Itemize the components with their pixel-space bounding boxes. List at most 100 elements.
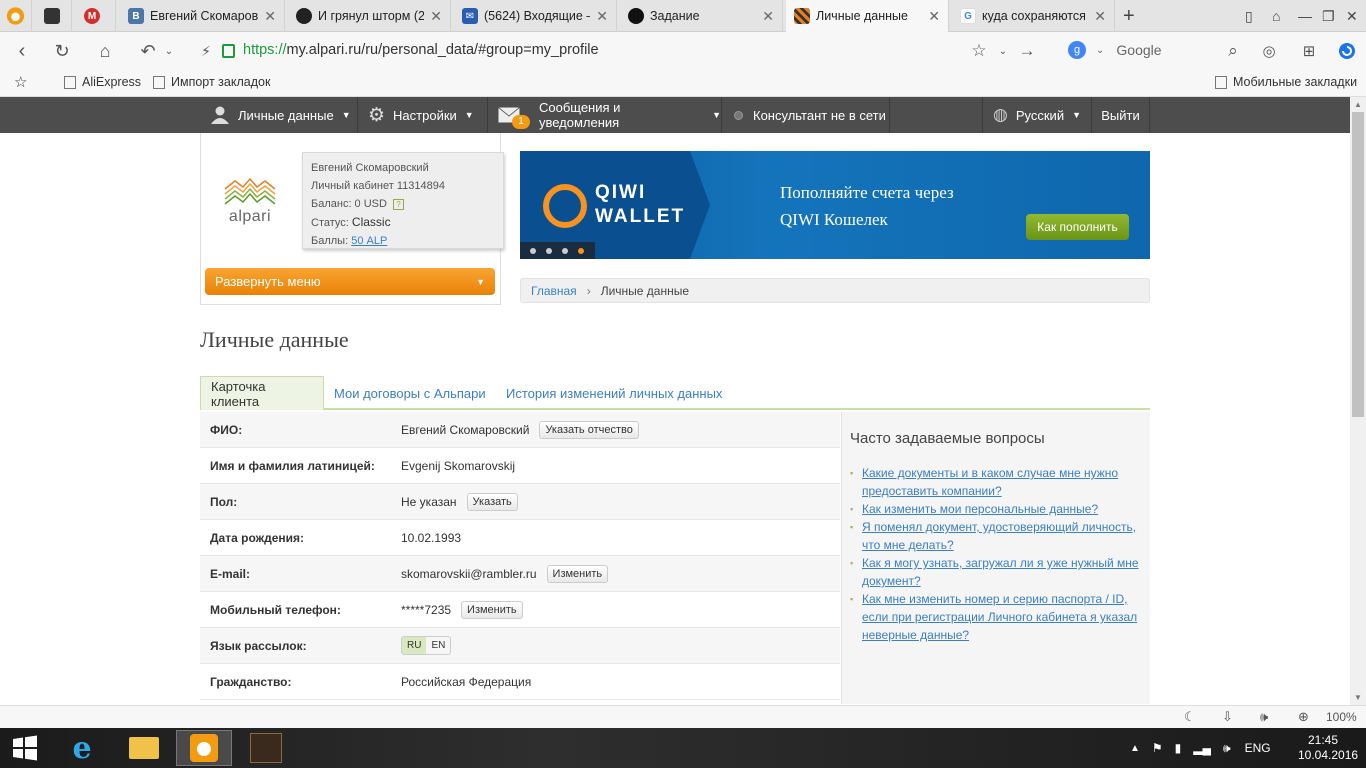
close-icon[interactable]: ✕ [596,8,608,25]
new-tab-icon[interactable]: + [1123,0,1135,32]
carousel-dot[interactable] [530,247,536,254]
scrollbar-thumb[interactable] [1352,112,1364,417]
user-icon [211,106,229,124]
google-favicon-icon: G [960,8,976,24]
search-icon[interactable]: ⌕ [1222,32,1244,70]
tab-2[interactable]: M [76,0,116,32]
download-icon[interactable]: ⇩ [1222,709,1233,725]
carousel-dot[interactable] [562,247,568,254]
close-icon[interactable]: ✕ [762,8,774,25]
points-link[interactable]: 50 ALP [351,235,387,247]
nav-consultant[interactable]: Консультант не в сети [722,97,890,133]
back-icon[interactable]: ‹ [10,32,34,70]
alpari-logo[interactable]: alpari [222,175,278,226]
tile-tabs-icon[interactable]: ▯ [1245,0,1253,32]
taskbar-explorer[interactable] [116,730,172,766]
signal-icon[interactable]: ▂▄ [1193,741,1211,755]
carousel-dot-active[interactable] [578,247,584,254]
taskbar-uc-browser[interactable] [176,730,232,766]
mobile-bookmarks[interactable]: Мобильные закладки [1215,75,1357,89]
tab-client-card[interactable]: Карточка клиента [200,376,324,410]
reload-icon[interactable]: ↻ [50,32,74,70]
scroll-up-icon[interactable]: ▲ [1354,100,1362,109]
add-patronymic-button[interactable]: Указать отчество [539,420,639,439]
bookmark-star-icon[interactable]: ☆ [14,73,27,91]
expand-menu-button[interactable]: Развернуть меню ▼ [205,268,495,295]
nav-language[interactable]: ◍ Русский ▼ [982,97,1092,133]
wifi-share-icon[interactable]: ◎ [1258,32,1280,70]
tab-8[interactable]: G куда сохраняются ✕ [952,0,1115,32]
undo-close-icon[interactable]: ↶ [136,32,160,70]
field-value: Евгений Скомаровский Указать отчество [401,420,639,439]
tab-4[interactable]: И грянул шторм (2 ✕ [288,0,451,32]
close-icon[interactable]: ✕ [928,8,940,25]
night-mode-icon[interactable]: ☾ [1184,709,1196,725]
input-language[interactable]: ENG [1245,741,1271,755]
flag-icon[interactable]: ⚑ [1152,741,1163,755]
faq-link[interactable]: Какие документы и в каком случае мне нуж… [850,464,1142,500]
maximize-icon[interactable]: ❐ [1322,0,1335,32]
start-button[interactable] [0,730,50,766]
faq-link[interactable]: Как изменить мои персональные данные? [850,500,1142,518]
home-icon[interactable]: ⌂ [93,32,117,70]
tab-1[interactable] [36,0,72,32]
speed-mode-icon[interactable]: ⚡ [196,32,216,70]
status-value: Classic [351,215,391,229]
close-icon[interactable]: ✕ [430,8,442,25]
change-email-button[interactable]: Изменить [546,564,609,583]
tab-5[interactable]: ✉ (5624) Входящие — ✕ [454,0,617,32]
chevron-down-icon[interactable]: ⌄ [162,32,176,70]
nav-label: Личные данные [238,107,334,123]
nav-logout[interactable]: Выйти [1092,97,1150,133]
browser-menu-button[interactable] [0,0,32,32]
minimize-icon[interactable]: — [1298,0,1312,32]
search-engine-selector[interactable]: g ⌄ Google [1068,41,1162,59]
page-scrollbar[interactable]: ▲ ▼ [1350,97,1366,705]
tab-6[interactable]: Задание ✕ [620,0,783,32]
clock[interactable]: 21:45 10.04.2016 [1298,733,1358,763]
promo-banner[interactable]: QIWI WALLET Пополняйте счета через QIWI … [520,151,1150,259]
close-icon[interactable]: ✕ [1094,8,1106,25]
bookmark-aliexpress[interactable]: AliExpress [64,75,141,89]
breadcrumb: Главная › Личные данные [520,278,1150,303]
close-window-icon[interactable]: ✕ [1346,0,1358,32]
faq-link[interactable]: Я поменял документ, удостоверяющий лично… [850,518,1142,554]
go-arrow-icon[interactable]: → [1016,32,1038,70]
scroll-down-icon[interactable]: ▼ [1354,693,1362,702]
banner-text-line1: Пополняйте счета через [780,183,954,202]
help-icon[interactable]: ? [392,199,404,210]
url-input[interactable]: https://my.alpari.ru/ru/personal_data/#g… [243,42,599,58]
sync-icon[interactable] [1336,32,1358,70]
tab-history[interactable]: История изменений личных данных [496,376,732,410]
change-phone-button[interactable]: Изменить [461,600,523,619]
skin-icon[interactable]: ⌂ [1272,0,1280,32]
nav-settings[interactable]: ⚙ Настройки ▼ [358,97,488,133]
carousel-dot[interactable] [546,247,552,254]
taskbar-game[interactable] [238,730,294,766]
nav-personal-data[interactable]: Личные данные ▼ [200,97,358,133]
chevron-down-icon[interactable]: ⌄ [996,32,1010,70]
bookmark-label: Мобильные закладки [1233,75,1358,89]
tab-3[interactable]: B Евгений Скомаров ✕ [120,0,285,32]
volume-icon[interactable]: 🕪 [1260,709,1268,725]
caret-down-icon: ▼ [464,110,474,120]
tray-expand-icon[interactable]: ▲ [1130,743,1140,754]
lang-en-option[interactable]: EN [426,637,450,654]
top-up-button[interactable]: Как пополнить [1026,214,1129,240]
extensions-icon[interactable]: ⊞ [1298,32,1320,70]
set-gender-button[interactable]: Указать [466,492,518,511]
close-icon[interactable]: ✕ [264,8,276,25]
faq-link[interactable]: Как мне изменить номер и серию паспорта … [850,590,1142,644]
bookmark-import[interactable]: Импорт закладок [153,75,270,89]
zoom-level[interactable]: 100% [1326,710,1357,724]
lang-ru-option[interactable]: RU [402,637,427,654]
zoom-icon[interactable]: ⊕ [1298,709,1309,725]
breadcrumb-home-link[interactable]: Главная [531,284,577,298]
bookmark-star-icon[interactable]: ☆ [968,32,990,70]
battery-icon[interactable]: ▮ [1175,741,1182,755]
tab-7-active[interactable]: Личные данные ✕ [786,0,949,32]
tab-contracts[interactable]: Мои договоры с Альпари [324,376,496,410]
faq-link[interactable]: Как я могу узнать, загружал ли я уже нуж… [850,554,1142,590]
taskbar-ie[interactable]: e [54,730,110,766]
speaker-icon[interactable]: 🕪 [1223,741,1231,756]
